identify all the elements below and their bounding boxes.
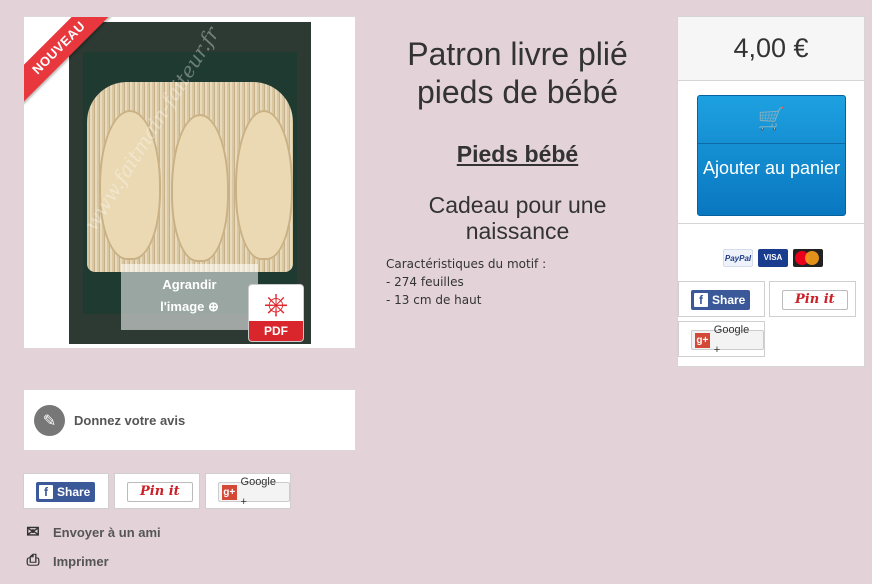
product-tagline: Cadeau pour une naissance <box>428 192 607 244</box>
add-to-cart-label: Ajouter au panier <box>702 158 841 178</box>
product-image-card: www.faitmain-faiteur.fr NOUVEAU Agrandir… <box>23 16 356 349</box>
facebook-share-button-bottom[interactable]: f Share <box>23 473 109 509</box>
facebook-share-button[interactable]: f Share <box>678 281 765 317</box>
review-link[interactable]: ✎ Donnez votre avis <box>23 389 356 451</box>
payment-logos: PayPal VISA <box>723 249 823 267</box>
pinterest-label: Pin it <box>127 482 193 502</box>
price: 4,00 € <box>678 17 864 81</box>
pinterest-label: Pin it <box>782 290 848 310</box>
buy-box: 4,00 € 🛒 Ajouter au panier PayPal VISA f… <box>677 16 865 367</box>
baby-foot-middle <box>171 114 229 262</box>
details-item: - 274 feuilles <box>386 275 464 289</box>
facebook-icon: f <box>694 293 708 307</box>
paypal-icon: PayPal <box>723 249 753 267</box>
google-plus-icon: g+ <box>695 332 710 348</box>
google-plus-button-bottom[interactable]: g+ Google + <box>205 473 291 509</box>
zoom-image-button[interactable]: Agrandir l'image ⊕ <box>121 264 258 330</box>
print-label: Imprimer <box>53 553 109 569</box>
details-item: - 13 cm de haut <box>386 293 482 307</box>
zoom-plus-icon: ⊕ <box>208 299 219 314</box>
visa-icon: VISA <box>758 249 788 267</box>
product-info: Patron livre plié pieds de bébé Pieds bé… <box>375 35 660 244</box>
envelope-icon: ✉ <box>26 524 40 541</box>
divider <box>678 223 864 224</box>
pencil-icon: ✎ <box>34 404 65 436</box>
product-details: Caractéristiques du motif : - 274 feuill… <box>386 255 546 309</box>
pinterest-button[interactable]: Pin it <box>769 281 856 317</box>
print-link[interactable]: ⎙ Imprimer <box>23 552 109 570</box>
cart-icon: 🛒 <box>698 96 845 144</box>
pdf-download-icon[interactable]: ⎈ PDF <box>248 284 304 342</box>
google-plus-icon: g+ <box>222 484 237 500</box>
details-heading: Caractéristiques du motif : <box>386 257 547 271</box>
baby-foot-right <box>235 110 293 260</box>
send-to-friend-label: Envoyer à un ami <box>53 524 161 540</box>
pdf-label: PDF <box>249 321 303 341</box>
product-subtitle: Pieds bébé <box>456 141 579 167</box>
google-plus-label: Google + <box>240 476 276 508</box>
product-title: Patron livre plié pieds de bébé <box>407 36 628 110</box>
acrobat-icon: ⎈ <box>264 287 288 322</box>
send-to-friend-link[interactable]: ✉ Envoyer à un ami <box>23 522 161 542</box>
review-label: Donnez votre avis <box>74 412 186 428</box>
facebook-share-label: Share <box>57 485 91 499</box>
google-plus-label: Google + <box>713 324 750 356</box>
zoom-label-line2: l'image <box>160 299 205 314</box>
mastercard-icon <box>793 249 823 267</box>
add-to-cart-button[interactable]: 🛒 Ajouter au panier <box>697 95 846 216</box>
facebook-share-label: Share <box>712 293 746 307</box>
zoom-label-line1: Agrandir <box>162 277 217 292</box>
pinterest-button-bottom[interactable]: Pin it <box>114 473 200 509</box>
printer-icon: ⎙ <box>26 552 40 569</box>
google-plus-button[interactable]: g+ Google + <box>678 321 765 357</box>
facebook-icon: f <box>39 485 53 499</box>
